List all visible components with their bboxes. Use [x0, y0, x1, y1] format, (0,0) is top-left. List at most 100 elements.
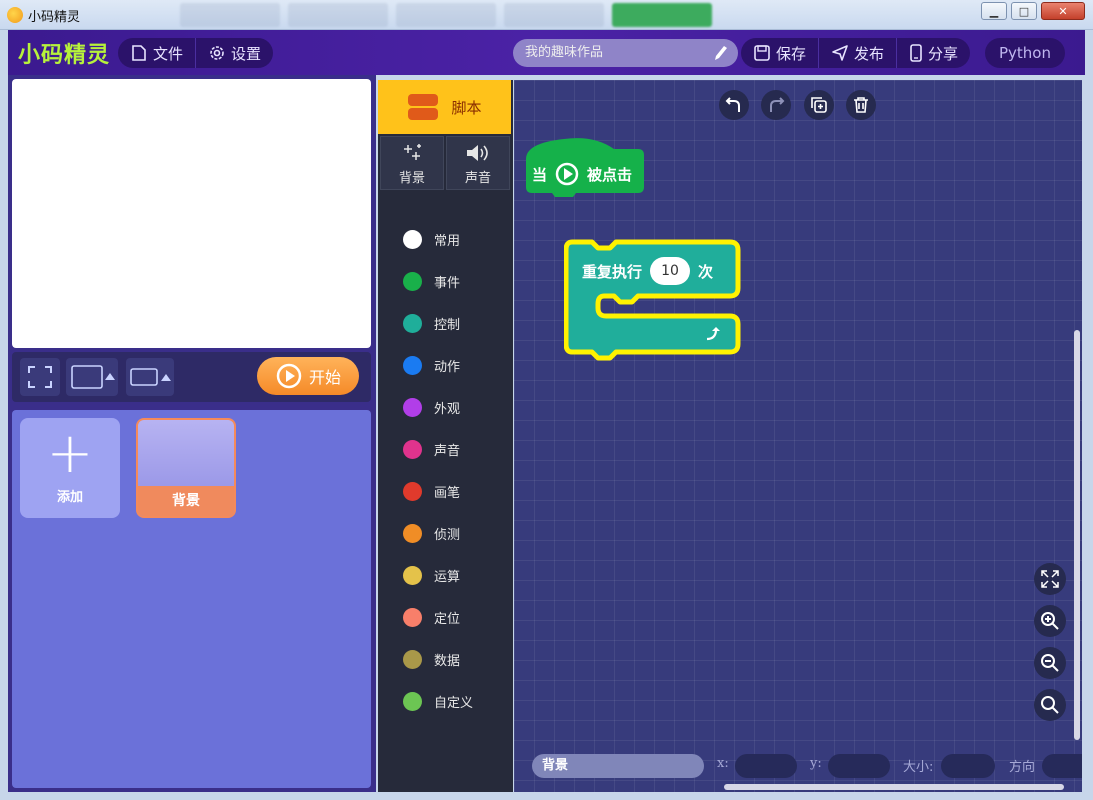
wide-stage-icon: [130, 368, 171, 386]
tab-sound[interactable]: 声音: [446, 136, 510, 190]
horizontal-scrollbar[interactable]: [724, 784, 1064, 790]
category-list: 常用 事件 控制 动作 外观 声音 画笔 侦测 运算 定位 数据 自定义: [378, 218, 511, 722]
category-item[interactable]: 外观: [378, 386, 511, 428]
undo-icon: [725, 97, 740, 112]
publish-button[interactable]: 发布: [818, 38, 896, 68]
redo-button[interactable]: [761, 90, 791, 120]
app-logo: 小码精灵: [18, 42, 111, 68]
speaker-icon: [467, 145, 488, 161]
delete-button[interactable]: [846, 90, 876, 120]
hat-block-content: 当 被点击: [532, 162, 632, 186]
category-label: 声音: [434, 443, 461, 459]
gear-icon: [210, 46, 224, 60]
zoom-reset-button[interactable]: [1034, 689, 1066, 721]
share-button[interactable]: 分享: [896, 38, 970, 68]
plus-icon: +: [46, 421, 94, 486]
save-button[interactable]: 保存: [741, 38, 818, 68]
hat-suffix: 被点击: [587, 165, 633, 184]
python-button[interactable]: Python: [985, 38, 1065, 68]
fit-screen-button[interactable]: [1034, 563, 1066, 595]
save-label: 保存: [776, 44, 807, 63]
category-item[interactable]: 动作: [378, 344, 511, 386]
file-icon: [132, 45, 146, 61]
script-workspace[interactable]: 当 被点击 重复执行 10 次 背景 x: y: 大小: 方向: [514, 80, 1082, 792]
duplicate-button[interactable]: [804, 90, 834, 120]
category-item[interactable]: 侦测: [378, 512, 511, 554]
settings-button[interactable]: 设置: [195, 38, 273, 68]
zoom-in-button[interactable]: [1034, 605, 1066, 637]
category-label: 事件: [434, 275, 461, 291]
category-item[interactable]: 数据: [378, 638, 511, 680]
start-button[interactable]: 开始: [257, 357, 359, 395]
loop-arrow-icon: [706, 327, 720, 341]
category-item[interactable]: 运算: [378, 554, 511, 596]
category-item[interactable]: 声音: [378, 428, 511, 470]
blurred-tab: [180, 3, 280, 27]
start-label: 开始: [308, 368, 341, 387]
category-item[interactable]: 事件: [378, 260, 511, 302]
category-item[interactable]: 常用: [378, 218, 511, 260]
blurred-tabs: [180, 3, 712, 27]
fullscreen-icon: [28, 366, 52, 388]
small-stage-button[interactable]: [66, 358, 118, 396]
share-label: 分享: [928, 44, 959, 63]
sprite-panel: + 添加 背景: [12, 410, 371, 788]
maximize-button[interactable]: □: [1011, 2, 1037, 20]
direction-input[interactable]: [1042, 754, 1082, 778]
undo-button[interactable]: [719, 90, 749, 120]
tab-backdrop[interactable]: 背景: [380, 136, 444, 190]
category-item[interactable]: 自定义: [378, 680, 511, 722]
vertical-scrollbar[interactable]: [1074, 330, 1080, 740]
file-menu-button[interactable]: 文件: [118, 38, 195, 68]
category-dot: [403, 439, 422, 459]
background-card-label: 背景: [138, 486, 234, 516]
category-item[interactable]: 定位: [378, 596, 511, 638]
save-icon: [754, 45, 770, 61]
repeat-suffix: 次: [698, 262, 714, 281]
category-dot: [403, 355, 422, 375]
x-input[interactable]: [735, 754, 797, 778]
stage-canvas[interactable]: [12, 79, 371, 348]
fullscreen-button[interactable]: [20, 358, 60, 396]
hat-prefix: 当: [532, 165, 548, 184]
category-dot: [403, 523, 422, 543]
pencil-icon[interactable]: [712, 44, 728, 62]
tab-script-label: 脚本: [451, 98, 482, 117]
tab-backdrop-label: 背景: [398, 171, 425, 186]
minimize-button[interactable]: ▁: [981, 2, 1007, 20]
tab-script[interactable]: 脚本: [378, 80, 511, 134]
category-dot: [403, 481, 422, 501]
y-input[interactable]: [828, 754, 890, 778]
category-item[interactable]: 画笔: [378, 470, 511, 512]
send-icon: [832, 45, 848, 61]
category-label: 运算: [434, 569, 461, 585]
background-sprite-card[interactable]: 背景: [136, 418, 236, 518]
sprite-name-field[interactable]: 背景: [532, 754, 704, 778]
size-input[interactable]: [941, 754, 995, 778]
category-dot: [403, 691, 422, 711]
wide-stage-button[interactable]: [126, 358, 174, 396]
category-label: 控制: [434, 317, 461, 333]
file-label: 文件: [153, 44, 184, 63]
settings-label: 设置: [231, 44, 262, 63]
zoom-out-icon: [1041, 654, 1059, 672]
repeat-count-input[interactable]: 10: [650, 257, 691, 285]
category-label: 自定义: [434, 695, 474, 711]
zoom-out-button[interactable]: [1034, 647, 1066, 679]
category-dot: [403, 649, 422, 669]
file-settings-group: 文件 设置: [118, 38, 274, 68]
stage-toolbar: 开始: [12, 352, 371, 402]
flag-play-icon: [555, 162, 579, 186]
project-name-text: 我的趣味作品: [525, 45, 604, 60]
x-label: x:: [717, 756, 729, 771]
category-dot: [403, 607, 422, 627]
repeat-prefix: 重复执行: [582, 262, 643, 281]
play-icon: [276, 363, 302, 389]
category-item[interactable]: 控制: [378, 302, 511, 344]
phone-icon: [910, 44, 922, 62]
sparkle-icon: [404, 144, 421, 160]
category-label: 数据: [434, 653, 461, 669]
close-button[interactable]: ✕: [1041, 2, 1085, 20]
project-name-input[interactable]: 我的趣味作品: [513, 39, 738, 67]
add-sprite-button[interactable]: + 添加: [20, 418, 120, 518]
